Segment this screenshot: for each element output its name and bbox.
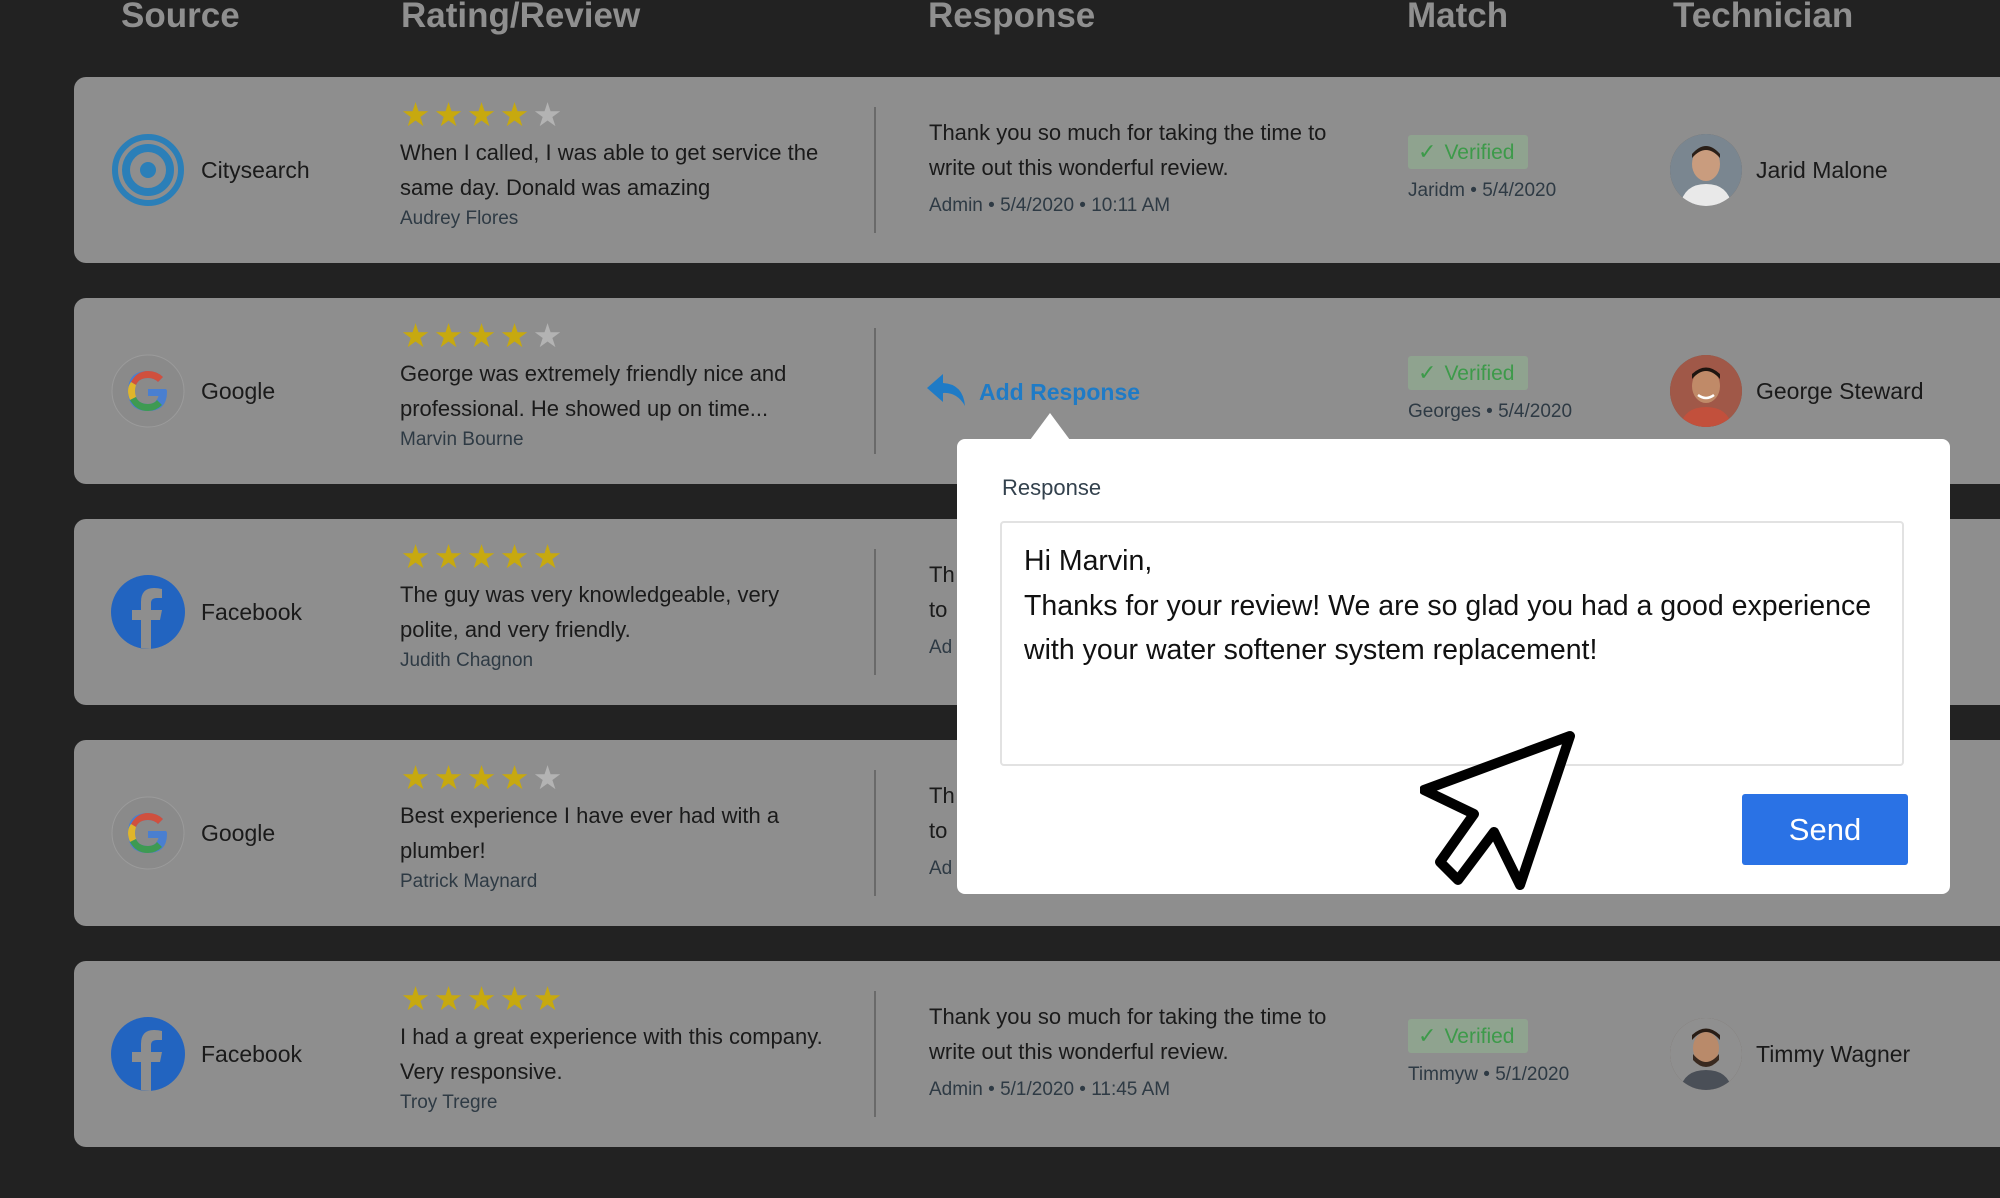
verified-label: Verified — [1444, 1025, 1515, 1048]
star-rating: ★ ★ ★ ★ ★ — [400, 318, 563, 354]
star-filled-icon: ★ — [466, 759, 497, 796]
technician-avatar — [1670, 355, 1742, 427]
star-filled-icon: ★ — [433, 538, 464, 575]
response-text: Thank you so much for taking the time to… — [929, 1004, 1327, 1064]
google-icon — [111, 796, 185, 870]
verified-label: Verified — [1444, 141, 1515, 164]
column-header-rating-review: Rating/Review — [401, 0, 641, 35]
source-name: Google — [201, 378, 276, 404]
facebook-icon — [111, 575, 185, 649]
reviewer-name: Judith Chagnon — [400, 650, 534, 671]
column-header-match: Match — [1407, 0, 1509, 35]
technician-name[interactable]: Jarid Malone — [1756, 77, 1888, 263]
column-header-response: Response — [928, 0, 1096, 35]
star-filled-icon: ★ — [466, 317, 497, 354]
star-filled-icon: ★ — [466, 980, 497, 1017]
review-text: When I called, I was able to get service… — [400, 140, 819, 200]
star-filled-icon: ★ — [433, 980, 464, 1017]
divider — [874, 549, 876, 675]
star-rating: ★ ★ ★ ★ ★ — [400, 97, 563, 133]
star-filled-icon: ★ — [433, 96, 464, 133]
star-rating: ★ ★ ★ ★ ★ — [400, 760, 563, 796]
citysearch-icon — [111, 133, 185, 207]
match-meta: Jaridm • 5/4/2020 — [1408, 180, 1557, 201]
reply-icon — [925, 372, 967, 413]
star-filled-icon: ★ — [499, 317, 530, 354]
star-filled-icon: ★ — [499, 538, 530, 575]
technician-avatar — [1670, 134, 1742, 206]
star-rating: ★ ★ ★ ★ ★ — [400, 539, 563, 575]
review-text: George was extremely friendly nice and p… — [400, 361, 787, 421]
review-text: Best experience I have ever had with a p… — [400, 803, 780, 863]
reviewer-name: Troy Tregre — [400, 1092, 498, 1113]
divider — [874, 107, 876, 233]
star-filled-icon: ★ — [499, 980, 530, 1017]
star-rating: ★ ★ ★ ★ ★ — [400, 981, 563, 1017]
divider — [874, 991, 876, 1117]
source-name: Citysearch — [201, 157, 310, 183]
verified-badge: ✓ Verified — [1408, 1019, 1529, 1053]
source-name: Facebook — [201, 1041, 303, 1067]
technician-avatar — [1670, 1018, 1742, 1090]
source-name: Facebook — [201, 599, 303, 625]
divider — [874, 770, 876, 896]
star-filled-icon: ★ — [400, 317, 431, 354]
table-row[interactable]: Facebook ★ ★ ★ ★ ★ I had a great experie… — [74, 961, 2000, 1147]
technician-name[interactable]: Timmy Wagner — [1756, 961, 1910, 1147]
check-icon: ✓ — [1418, 360, 1437, 385]
star-filled-icon: ★ — [466, 96, 497, 133]
google-icon — [111, 354, 185, 428]
star-filled-icon: ★ — [532, 980, 563, 1017]
reviewer-name: Marvin Bourne — [400, 429, 524, 450]
star-filled-icon: ★ — [433, 317, 464, 354]
reviewer-name: Audrey Flores — [400, 208, 519, 229]
response-text: Thank you so much for taking the time to… — [929, 120, 1327, 180]
popover-arrow — [1030, 413, 1070, 440]
star-filled-icon: ★ — [400, 759, 431, 796]
response-meta: Admin • 5/4/2020 • 10:11 AM — [929, 195, 1171, 216]
add-response-label: Add Response — [979, 378, 1141, 405]
match-meta: Georges • 5/4/2020 — [1408, 401, 1573, 422]
star-filled-icon: ★ — [499, 759, 530, 796]
star-filled-icon: ★ — [400, 980, 431, 1017]
star-empty-icon: ★ — [532, 759, 563, 796]
column-header-source: Source — [121, 0, 240, 35]
star-empty-icon: ★ — [532, 96, 563, 133]
response-meta: Admin • 5/1/2020 • 11:45 AM — [929, 1079, 1171, 1100]
star-filled-icon: ★ — [499, 96, 530, 133]
verified-badge: ✓ Verified — [1408, 135, 1529, 169]
verified-badge: ✓ Verified — [1408, 356, 1529, 390]
table-header: Source Rating/Review Response Match Tech… — [0, 0, 2000, 60]
column-header-technician: Technician — [1673, 0, 1854, 35]
table-row[interactable]: Citysearch ★ ★ ★ ★ ★ When I called, I wa… — [74, 77, 2000, 263]
star-empty-icon: ★ — [532, 317, 563, 354]
check-icon: ✓ — [1418, 139, 1437, 164]
add-response-button[interactable]: Add Response — [925, 372, 1140, 412]
reviewer-name: Patrick Maynard — [400, 871, 538, 892]
send-button[interactable]: Send — [1742, 794, 1908, 865]
star-filled-icon: ★ — [532, 538, 563, 575]
verified-label: Verified — [1444, 362, 1515, 385]
response-field-label: Response — [1002, 475, 1102, 500]
facebook-icon — [111, 1017, 185, 1091]
mouse-pointer-icon — [1420, 731, 1575, 890]
match-meta: Timmyw • 5/1/2020 — [1408, 1064, 1570, 1085]
review-text: I had a great experience with this compa… — [400, 1024, 823, 1084]
star-filled-icon: ★ — [433, 759, 464, 796]
response-meta: Ad — [929, 637, 953, 658]
review-text: The guy was very knowledgeable, very pol… — [400, 582, 780, 642]
star-filled-icon: ★ — [466, 538, 497, 575]
star-filled-icon: ★ — [400, 538, 431, 575]
divider — [874, 328, 876, 454]
source-name: Google — [201, 820, 276, 846]
star-filled-icon: ★ — [400, 96, 431, 133]
check-icon: ✓ — [1418, 1023, 1437, 1048]
response-meta: Ad — [929, 858, 953, 879]
